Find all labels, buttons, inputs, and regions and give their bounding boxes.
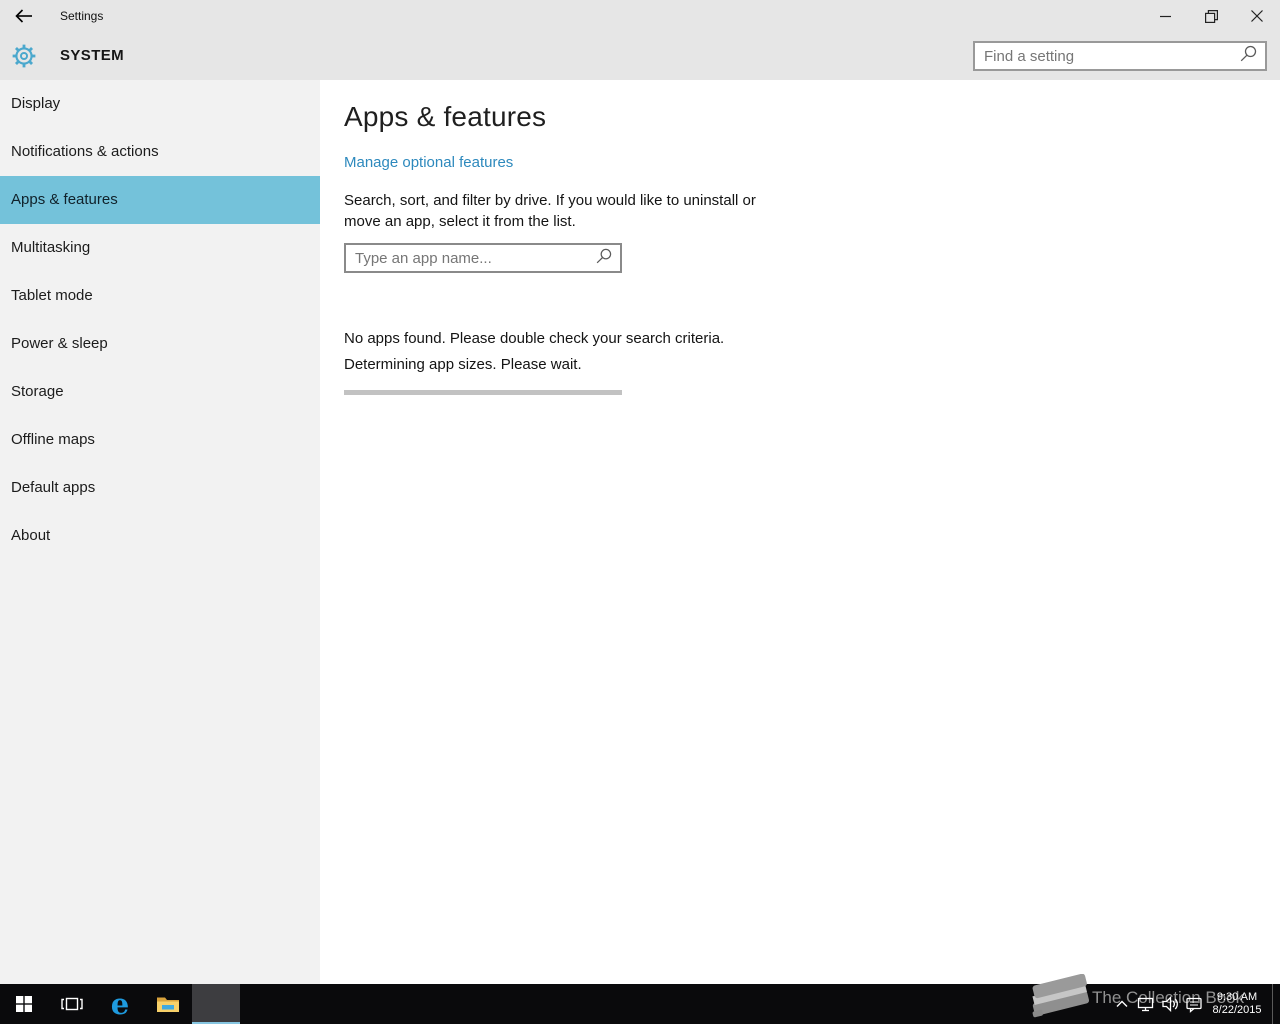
edge-icon: e <box>110 986 130 1021</box>
page-title: SYSTEM <box>60 47 125 64</box>
gear-icon <box>11 43 37 74</box>
sidebar-item-tablet-mode[interactable]: Tablet mode <box>0 272 320 320</box>
find-setting-searchbox <box>973 41 1267 71</box>
sidebar-item-apps-features[interactable]: Apps & features <box>0 176 320 224</box>
close-icon <box>1251 10 1263 22</box>
task-view-button[interactable] <box>48 984 96 1024</box>
search-icon[interactable] <box>596 248 612 269</box>
section-heading: Apps & features <box>344 101 547 132</box>
minimize-icon <box>1159 15 1171 17</box>
find-setting-input[interactable] <box>975 47 1240 65</box>
settings-app-tile[interactable] <box>192 984 240 1024</box>
caption-buttons <box>1142 0 1280 32</box>
no-apps-status-text: No apps found. Please double check your … <box>344 330 725 347</box>
sidebar-item-about[interactable]: About <box>0 512 320 560</box>
speaker-icon <box>1161 996 1178 1012</box>
file-explorer-button[interactable] <box>144 984 192 1024</box>
taskbar-clock[interactable]: 9:30 AM 8/22/2015 <box>1206 991 1268 1017</box>
restore-icon <box>1204 9 1218 23</box>
sidebar-item-offline-maps[interactable]: Offline maps <box>0 416 320 464</box>
sidebar-item-display[interactable]: Display <box>0 80 320 128</box>
tray-overflow-button[interactable] <box>1110 984 1134 1024</box>
edge-button[interactable]: e <box>96 984 144 1024</box>
network-button[interactable] <box>1134 984 1158 1024</box>
windows-logo-icon <box>16 996 32 1012</box>
sidebar-item-notifications-actions[interactable]: Notifications & actions <box>0 128 320 176</box>
clock-date: 8/22/2015 <box>1212 1004 1262 1016</box>
sidebar-item-power-sleep[interactable]: Power & sleep <box>0 320 320 368</box>
restore-button[interactable] <box>1188 0 1234 32</box>
action-center-icon <box>1186 997 1202 1013</box>
sidebar-item-default-apps[interactable]: Default apps <box>0 464 320 512</box>
desktop: Settings SYSTEM Find a setting Display N… <box>0 0 1280 1024</box>
window-top-chrome: Settings SYSTEM Find a setting <box>0 0 1280 80</box>
progress-bar <box>344 390 622 395</box>
settings-sidebar: Display Notifications & actions Apps & f… <box>0 80 320 984</box>
description-line-2: move an app, select it from the list. <box>344 213 576 230</box>
taskbar: The Collection Book e 9:30 AM 8/22/2015 <box>0 973 1280 1024</box>
sidebar-item-storage[interactable]: Storage <box>0 368 320 416</box>
network-icon <box>1137 997 1154 1011</box>
system-tray: 9:30 AM 8/22/2015 <box>1110 984 1280 1024</box>
window-title: Settings <box>60 9 104 23</box>
titlebar: Settings <box>0 0 1280 32</box>
minimize-button[interactable] <box>1142 0 1188 32</box>
app-name-input[interactable] <box>346 249 596 267</box>
taskbar-left-buttons: e <box>0 984 240 1024</box>
app-header: SYSTEM <box>0 32 1280 80</box>
clock-time: 9:30 AM <box>1216 991 1258 1003</box>
file-explorer-icon <box>157 997 179 1012</box>
apps-features-panel: Apps & features Manage optional features… <box>320 80 1280 984</box>
chevron-up-icon <box>1116 1000 1128 1007</box>
determining-sizes-status-text: Determining app sizes. Please wait. <box>344 356 582 373</box>
start-button[interactable] <box>0 984 48 1024</box>
app-name-searchbox <box>344 243 622 273</box>
sidebar-item-multitasking[interactable]: Multitasking <box>0 224 320 272</box>
show-desktop-button[interactable] <box>1272 984 1280 1024</box>
back-arrow-icon <box>15 9 32 23</box>
manage-optional-features-link[interactable]: Manage optional features <box>344 154 513 171</box>
back-button[interactable] <box>0 0 48 32</box>
volume-button[interactable] <box>1158 984 1182 1024</box>
close-button[interactable] <box>1234 0 1280 32</box>
task-view-icon <box>61 997 83 1011</box>
action-center-button[interactable] <box>1182 984 1206 1024</box>
description-text: Search, sort, and filter by drive. If yo… <box>344 190 1280 232</box>
search-icon[interactable] <box>1240 45 1257 67</box>
description-line-1: Search, sort, and filter by drive. If yo… <box>344 192 756 209</box>
